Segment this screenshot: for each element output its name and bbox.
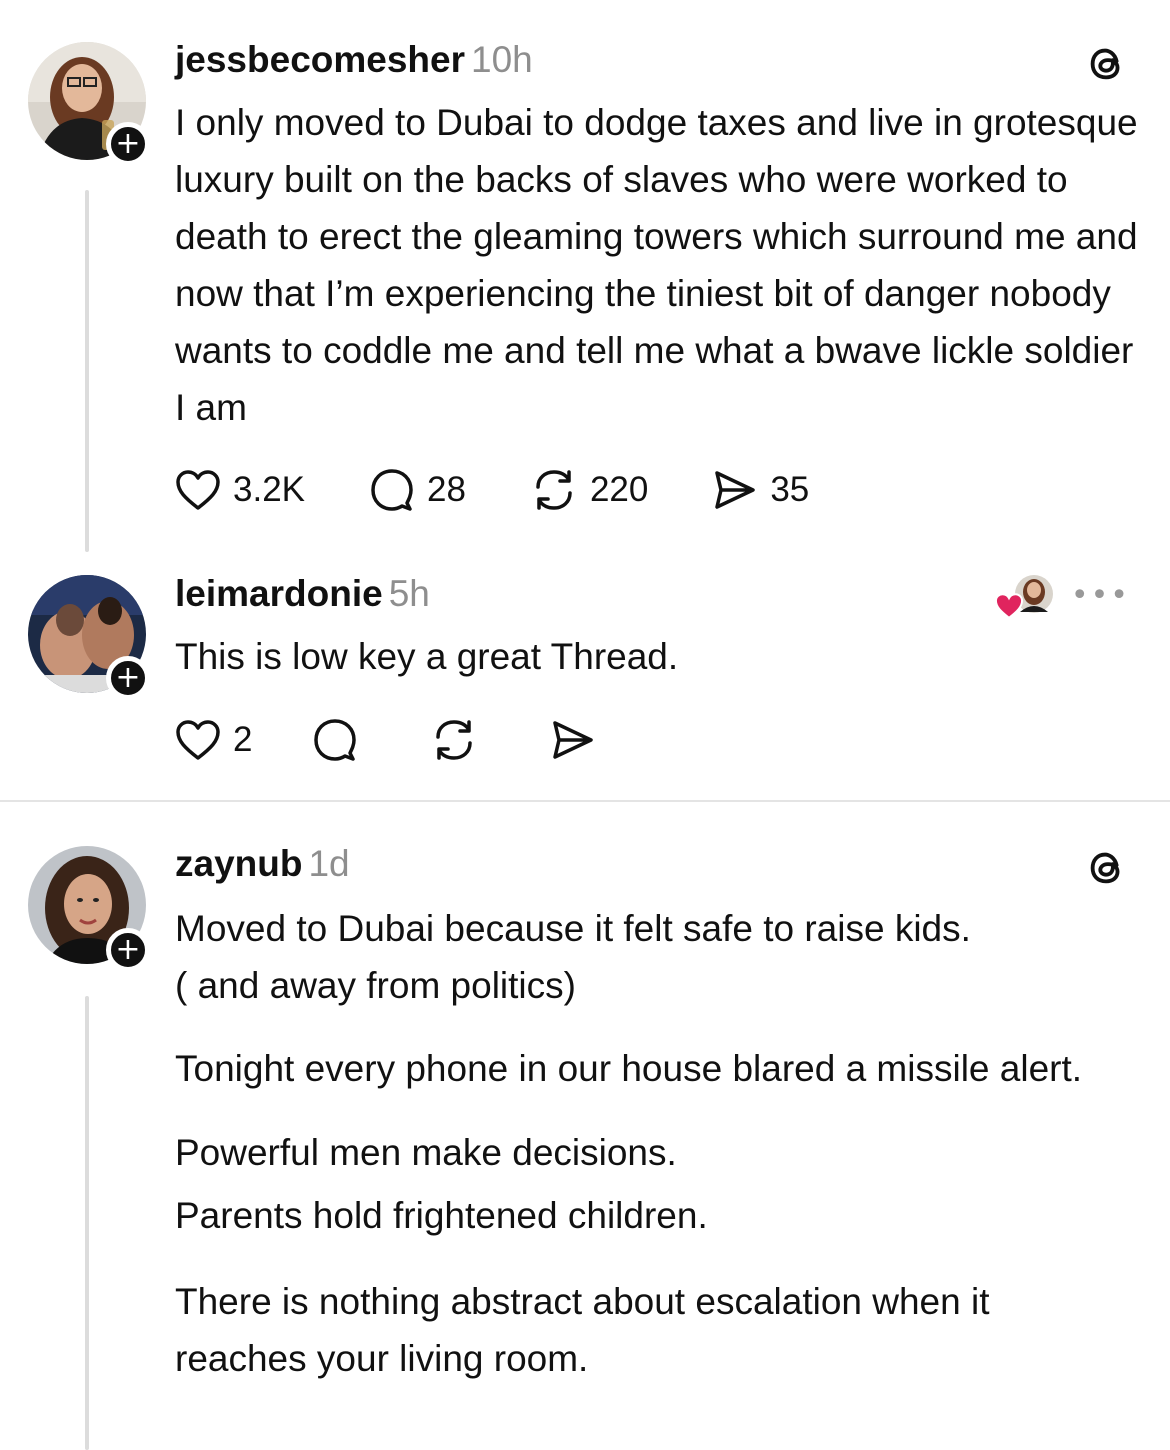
reply-count: 28 xyxy=(427,470,466,509)
post-paragraph: There is nothing abstract about escalati… xyxy=(175,1281,990,1379)
follow-button[interactable]: + xyxy=(106,122,150,166)
follow-button[interactable]: + xyxy=(106,928,150,972)
heart-icon xyxy=(176,720,220,760)
comment-icon xyxy=(314,719,357,761)
reply-button[interactable] xyxy=(312,717,370,763)
thread-line xyxy=(85,190,89,552)
timestamp: 5h xyxy=(388,573,430,614)
like-button[interactable]: 2 xyxy=(175,719,252,761)
repost-button[interactable] xyxy=(430,717,490,763)
username[interactable]: zaynub xyxy=(175,843,302,884)
timestamp: 10h xyxy=(471,39,533,80)
share-button[interactable]: 35 xyxy=(712,468,809,512)
reply-button[interactable]: 28 xyxy=(369,467,466,513)
thread-line xyxy=(85,996,89,1450)
threads-icon[interactable] xyxy=(1084,40,1130,86)
post-body: This is low key a great Thread. xyxy=(175,628,1150,685)
threads-icon[interactable] xyxy=(1084,844,1130,890)
post-header: leimardonie 5h xyxy=(175,572,430,616)
post-body: Moved to Dubai because it felt safe to r… xyxy=(175,900,1115,1387)
follow-button[interactable]: + xyxy=(106,656,150,700)
post-jessbecomesher: + jessbecomesher 10h I only moved to Duba… xyxy=(0,0,1170,560)
more-options-icon[interactable]: ••• xyxy=(1071,578,1130,613)
comment-icon xyxy=(371,469,413,511)
post-zaynub: + zaynub 1d Moved to Dubai because it fel… xyxy=(0,802,1170,1450)
post-paragraph: Tonight every phone in our house blared … xyxy=(175,1048,1083,1089)
share-count: 35 xyxy=(770,470,810,509)
post-header: jessbecomesher 10h xyxy=(175,38,533,82)
post-paragraph: Moved to Dubai because it felt safe to r… xyxy=(175,908,971,1006)
action-bar: 3.2K 28 220 35 xyxy=(175,466,853,514)
post-header: zaynub 1d xyxy=(175,842,350,886)
like-count: 2 xyxy=(233,720,253,759)
repost-count: 220 xyxy=(589,470,649,509)
post-leimardonie: + leimardonie 5h ••• This is low key a gr… xyxy=(0,560,1170,800)
post-text: I only moved to Dubai to dodge taxes and… xyxy=(175,102,1138,428)
timestamp: 1d xyxy=(308,843,350,884)
like-count: 3.2K xyxy=(233,470,305,509)
post-body: I only moved to Dubai to dodge taxes and… xyxy=(175,94,1150,436)
username[interactable]: jessbecomesher xyxy=(175,39,465,80)
post-text: This is low key a great Thread. xyxy=(175,636,679,677)
share-button[interactable] xyxy=(550,718,608,762)
send-icon xyxy=(553,721,594,759)
action-bar: 2 xyxy=(175,716,652,764)
heart-icon xyxy=(994,593,1024,619)
liked-by-author-badge xyxy=(992,572,1058,620)
repost-button[interactable]: 220 xyxy=(530,467,648,513)
send-icon xyxy=(715,471,756,509)
like-button[interactable]: 3.2K xyxy=(175,469,305,511)
username[interactable]: leimardonie xyxy=(175,573,383,614)
repost-icon xyxy=(536,470,572,510)
heart-icon xyxy=(176,470,220,510)
repost-icon xyxy=(436,720,473,760)
post-paragraph: Powerful men make decisions. Parents hol… xyxy=(175,1132,708,1236)
